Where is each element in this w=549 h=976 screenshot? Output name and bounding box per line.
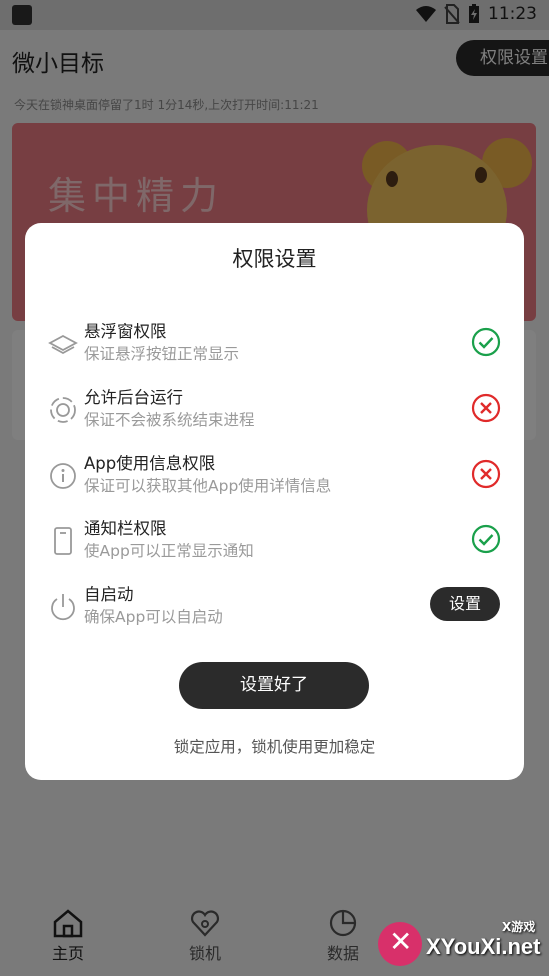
permission-name: 自启动 — [84, 585, 134, 604]
background-run-icon — [50, 397, 76, 423]
permission-name: 允许后台运行 — [84, 388, 183, 407]
info-icon — [50, 463, 76, 489]
permission-row-autostart: 自启动 确保App可以自启动 设置 — [25, 581, 524, 633]
power-icon — [51, 594, 75, 621]
dialog-title: 权限设置 — [232, 247, 317, 271]
x-circle-icon — [471, 393, 501, 423]
permission-row-background[interactable]: 允许后台运行 保证不会被系统结束进程 — [25, 384, 524, 436]
watermark-text: XYouXi.net — [426, 934, 541, 959]
permission-desc: 保证不会被系统结束进程 — [84, 411, 255, 429]
check-circle-icon — [471, 524, 501, 554]
permission-row-overlay[interactable]: 悬浮窗权限 保证悬浮按钮正常显示 — [25, 318, 524, 370]
watermark: ✕ XYouXi.net X游戏 — [368, 918, 543, 972]
permission-row-notification[interactable]: 通知栏权限 使App可以正常显示通知 — [25, 515, 524, 567]
permission-desc: 确保App可以自启动 — [84, 608, 223, 626]
autostart-settings-button[interactable]: 设置 — [430, 587, 500, 621]
layers-icon — [48, 334, 78, 355]
lock-tip-text: 锁定应用，锁机使用更加稳定 — [173, 738, 376, 756]
check-circle-icon — [471, 327, 501, 357]
permission-name: App使用信息权限 — [84, 454, 216, 473]
permission-dialog: 权限设置 悬浮窗权限 保证悬浮按钮正常显示 允许后台运行 保证不会被系统结束进程 — [25, 223, 524, 780]
done-button[interactable]: 设置好了 — [179, 662, 369, 709]
permission-name: 通知栏权限 — [84, 519, 167, 538]
watermark-small-text: X游戏 — [502, 920, 536, 934]
watermark-x-glyph: ✕ — [389, 925, 413, 958]
permission-name: 悬浮窗权限 — [84, 322, 167, 341]
phone-icon — [54, 527, 72, 555]
x-circle-icon — [471, 459, 501, 489]
permission-desc: 保证悬浮按钮正常显示 — [84, 345, 240, 363]
permission-desc: 保证可以获取其他App使用详情信息 — [84, 477, 332, 495]
permission-desc: 使App可以正常显示通知 — [84, 542, 254, 560]
permission-row-usage[interactable]: App使用信息权限 保证可以获取其他App使用详情信息 — [25, 450, 524, 502]
